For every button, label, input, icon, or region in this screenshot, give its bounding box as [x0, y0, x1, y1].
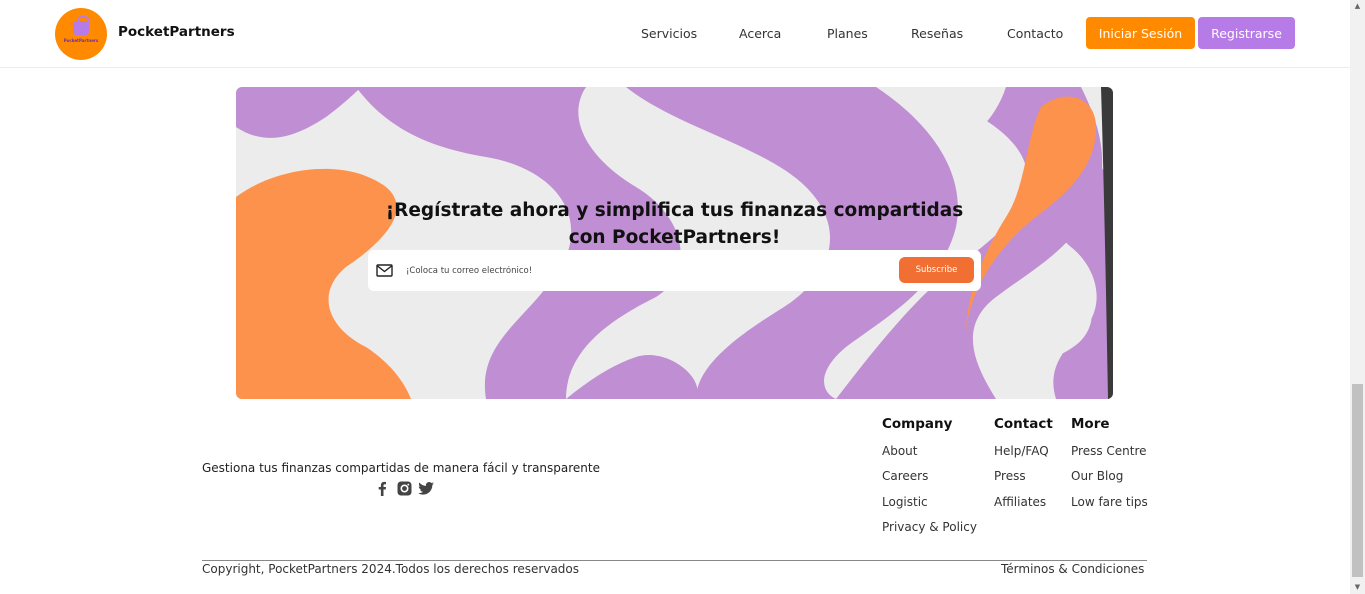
footer-link-logistic[interactable]: Logistic [882, 495, 928, 509]
terms-link[interactable]: Términos & Condiciones [1001, 562, 1144, 576]
footer-link-affiliates[interactable]: Affiliates [994, 495, 1046, 509]
scroll-up-icon[interactable]: ▲ [1353, 2, 1362, 10]
nav-resenas[interactable]: Reseñas [911, 26, 963, 41]
footer-divider [202, 560, 1147, 561]
login-button[interactable]: Iniciar Sesión [1086, 17, 1195, 49]
scroll-down-icon[interactable]: ▼ [1353, 583, 1362, 591]
subscribe-button[interactable]: Subscribe [899, 257, 974, 283]
wallet-icon [73, 16, 89, 35]
scrollbar-thumb[interactable] [1352, 384, 1363, 577]
top-navbar: PocketPartners PocketPartners Servicios … [0, 0, 1350, 68]
footer-link-fare-tips[interactable]: Low fare tips [1071, 495, 1148, 509]
social-links [374, 480, 434, 496]
page: PocketPartners PocketPartners Servicios … [0, 0, 1365, 594]
instagram-icon[interactable] [396, 480, 412, 496]
footer-heading-company: Company [882, 416, 953, 432]
email-input[interactable] [406, 261, 886, 281]
mail-icon [376, 264, 393, 277]
logo-text: PocketPartners [63, 38, 99, 43]
nav-servicios[interactable]: Servicios [641, 26, 697, 41]
facebook-icon[interactable] [374, 480, 390, 496]
brand-name[interactable]: PocketPartners [118, 24, 235, 40]
footer-heading-more: More [1071, 416, 1110, 432]
footer-link-press-centre[interactable]: Press Centre [1071, 444, 1147, 458]
copyright-text: Copyright, PocketPartners 2024.Todos los… [202, 562, 580, 576]
logo[interactable]: PocketPartners [55, 8, 107, 60]
footer-tagline: Gestiona tus finanzas compartidas de man… [202, 461, 601, 475]
footer-link-blog[interactable]: Our Blog [1071, 469, 1123, 483]
register-button[interactable]: Registrarse [1198, 17, 1295, 49]
twitter-icon[interactable] [418, 480, 434, 496]
footer-link-careers[interactable]: Careers [882, 469, 928, 483]
nav-contacto[interactable]: Contacto [1007, 26, 1063, 41]
footer-link-press[interactable]: Press [994, 469, 1026, 483]
banner-title: ¡Regístrate ahora y simplifica tus finan… [385, 200, 964, 248]
nav-planes[interactable]: Planes [827, 26, 868, 41]
nav-acerca[interactable]: Acerca [739, 26, 781, 41]
footer-heading-contact: Contact [994, 416, 1053, 432]
subscribe-form: Subscribe [368, 250, 981, 291]
footer-link-privacy[interactable]: Privacy & Policy [882, 520, 977, 534]
footer-link-help[interactable]: Help/FAQ [994, 444, 1049, 458]
footer-link-about[interactable]: About [882, 444, 917, 458]
